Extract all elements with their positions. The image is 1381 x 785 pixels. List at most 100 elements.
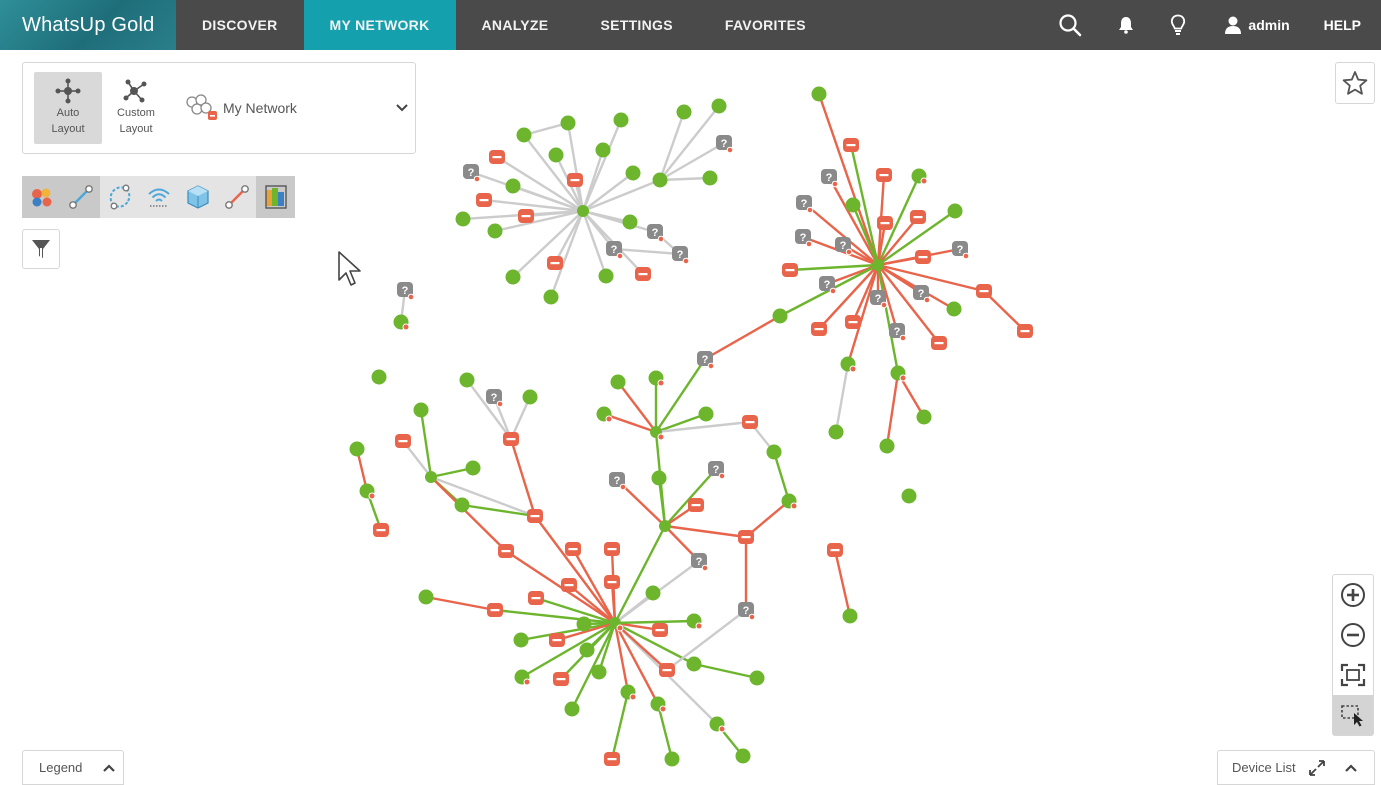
device-up-node[interactable]	[766, 444, 782, 460]
device-up-node[interactable]	[650, 696, 667, 713]
device-up-node[interactable]	[513, 632, 529, 648]
device-unknown-node[interactable]: ?	[691, 553, 709, 572]
device-down-node[interactable]	[877, 216, 893, 230]
device-down-node[interactable]	[547, 256, 563, 270]
device-unknown-node[interactable]: ?	[796, 195, 814, 214]
stacked-tool[interactable]	[256, 176, 295, 218]
whatsup-gold-logo[interactable]: WhatsUp Gold	[0, 0, 176, 50]
device-unknown-node[interactable]: ?	[397, 282, 415, 301]
device-up-node[interactable]	[845, 197, 861, 213]
device-unknown-node[interactable]: ?	[672, 246, 690, 265]
device-up-node[interactable]	[702, 170, 718, 186]
zoom-in-button[interactable]	[1333, 575, 1373, 615]
device-down-node[interactable]	[843, 138, 859, 152]
device-down-node[interactable]	[931, 336, 947, 350]
device-up-node[interactable]	[711, 98, 727, 114]
expand-icon[interactable]	[1308, 759, 1326, 777]
device-up-node[interactable]	[596, 406, 613, 423]
device-unknown-node[interactable]: ?	[716, 135, 734, 154]
device-up-node[interactable]	[560, 115, 576, 131]
device-unknown-node[interactable]: ?	[463, 164, 481, 183]
device-up-node[interactable]	[465, 460, 481, 476]
device-up-node[interactable]	[735, 748, 751, 764]
wireless-tool[interactable]	[139, 176, 178, 218]
device-up-node[interactable]	[595, 142, 611, 158]
device-up-node[interactable]	[698, 406, 714, 422]
device-up-node[interactable]	[505, 269, 521, 285]
device-down-node[interactable]	[527, 509, 543, 523]
device-up-node[interactable]	[879, 438, 895, 454]
device-down-node[interactable]	[549, 633, 565, 647]
device-unknown-node[interactable]: ?	[609, 472, 627, 491]
device-unknown-node[interactable]: ?	[913, 285, 931, 304]
device-up-node[interactable]	[564, 701, 580, 717]
search-icon[interactable]	[1040, 0, 1100, 50]
device-groups-tool[interactable]	[22, 176, 61, 218]
device-up-node[interactable]	[455, 211, 471, 227]
device-down-node[interactable]	[811, 322, 827, 336]
nav-my-network[interactable]: MY NETWORK	[303, 0, 456, 50]
device-unknown-node[interactable]: ?	[647, 224, 665, 243]
device-down-node[interactable]	[498, 544, 514, 558]
device-down-node[interactable]	[782, 263, 798, 277]
lightbulb-icon[interactable]	[1152, 0, 1204, 50]
device-up-node[interactable]	[620, 684, 637, 701]
device-up-node[interactable]	[454, 497, 470, 513]
legend-tab[interactable]: Legend	[22, 750, 124, 785]
device-up-node[interactable]	[514, 669, 531, 686]
nav-discover[interactable]: DISCOVER	[176, 0, 304, 50]
device-down-node[interactable]	[1017, 324, 1033, 338]
device-down-node[interactable]	[565, 542, 581, 556]
device-up-node[interactable]	[577, 205, 589, 217]
nav-analyze[interactable]: ANALYZE	[456, 0, 575, 50]
device-down-node[interactable]	[395, 434, 411, 448]
nav-settings[interactable]: SETTINGS	[574, 0, 698, 50]
device-up-node[interactable]	[872, 259, 884, 271]
device-up-node[interactable]	[487, 223, 503, 239]
device-up-node[interactable]	[505, 178, 521, 194]
device-up-node[interactable]	[393, 314, 410, 331]
device-down-node[interactable]	[915, 250, 931, 264]
device-up-node[interactable]	[840, 356, 857, 373]
device-up-node[interactable]	[613, 112, 629, 128]
filter-button[interactable]	[22, 229, 60, 269]
device-up-node[interactable]	[413, 402, 429, 418]
device-up-node[interactable]	[459, 372, 475, 388]
custom-layout-button[interactable]: Custom Layout	[102, 72, 170, 144]
chevron-up-icon[interactable]	[1344, 763, 1358, 773]
device-up-node[interactable]	[659, 520, 671, 532]
device-up-node[interactable]	[576, 616, 592, 632]
device-down-node[interactable]	[561, 578, 577, 592]
device-up-node[interactable]	[947, 203, 963, 219]
device-up-node[interactable]	[901, 488, 917, 504]
device-unknown-node[interactable]: ?	[952, 241, 970, 260]
virtual-tool[interactable]	[178, 176, 217, 218]
device-down-node[interactable]	[503, 432, 519, 446]
device-down-node[interactable]	[659, 663, 675, 677]
device-up-node[interactable]	[664, 751, 680, 767]
device-unknown-node[interactable]: ?	[738, 602, 756, 621]
network-group-select[interactable]: My Network	[183, 93, 413, 123]
device-down-node[interactable]	[910, 210, 926, 224]
device-up-node[interactable]	[622, 214, 638, 230]
device-down-node[interactable]	[688, 498, 704, 512]
device-down-node[interactable]	[487, 603, 503, 617]
device-up-node[interactable]	[652, 172, 668, 188]
device-down-node[interactable]	[652, 623, 668, 637]
device-down-node[interactable]	[738, 530, 754, 544]
device-down-node[interactable]	[373, 523, 389, 537]
device-up-node[interactable]	[543, 289, 559, 305]
device-up-node[interactable]	[359, 483, 376, 500]
device-up-node[interactable]	[676, 104, 692, 120]
device-up-node[interactable]	[651, 470, 667, 486]
device-up-node[interactable]	[579, 642, 595, 658]
device-up-node[interactable]	[772, 308, 788, 324]
fit-to-screen-button[interactable]	[1333, 655, 1373, 695]
device-up-node[interactable]	[890, 365, 907, 382]
device-down-node[interactable]	[553, 672, 569, 686]
device-up-node[interactable]	[828, 424, 844, 440]
nav-favorites[interactable]: FAVORITES	[699, 0, 832, 50]
ring-tool[interactable]	[100, 176, 139, 218]
device-list-tab[interactable]: Device List	[1217, 750, 1375, 785]
device-up-node[interactable]	[371, 369, 387, 385]
